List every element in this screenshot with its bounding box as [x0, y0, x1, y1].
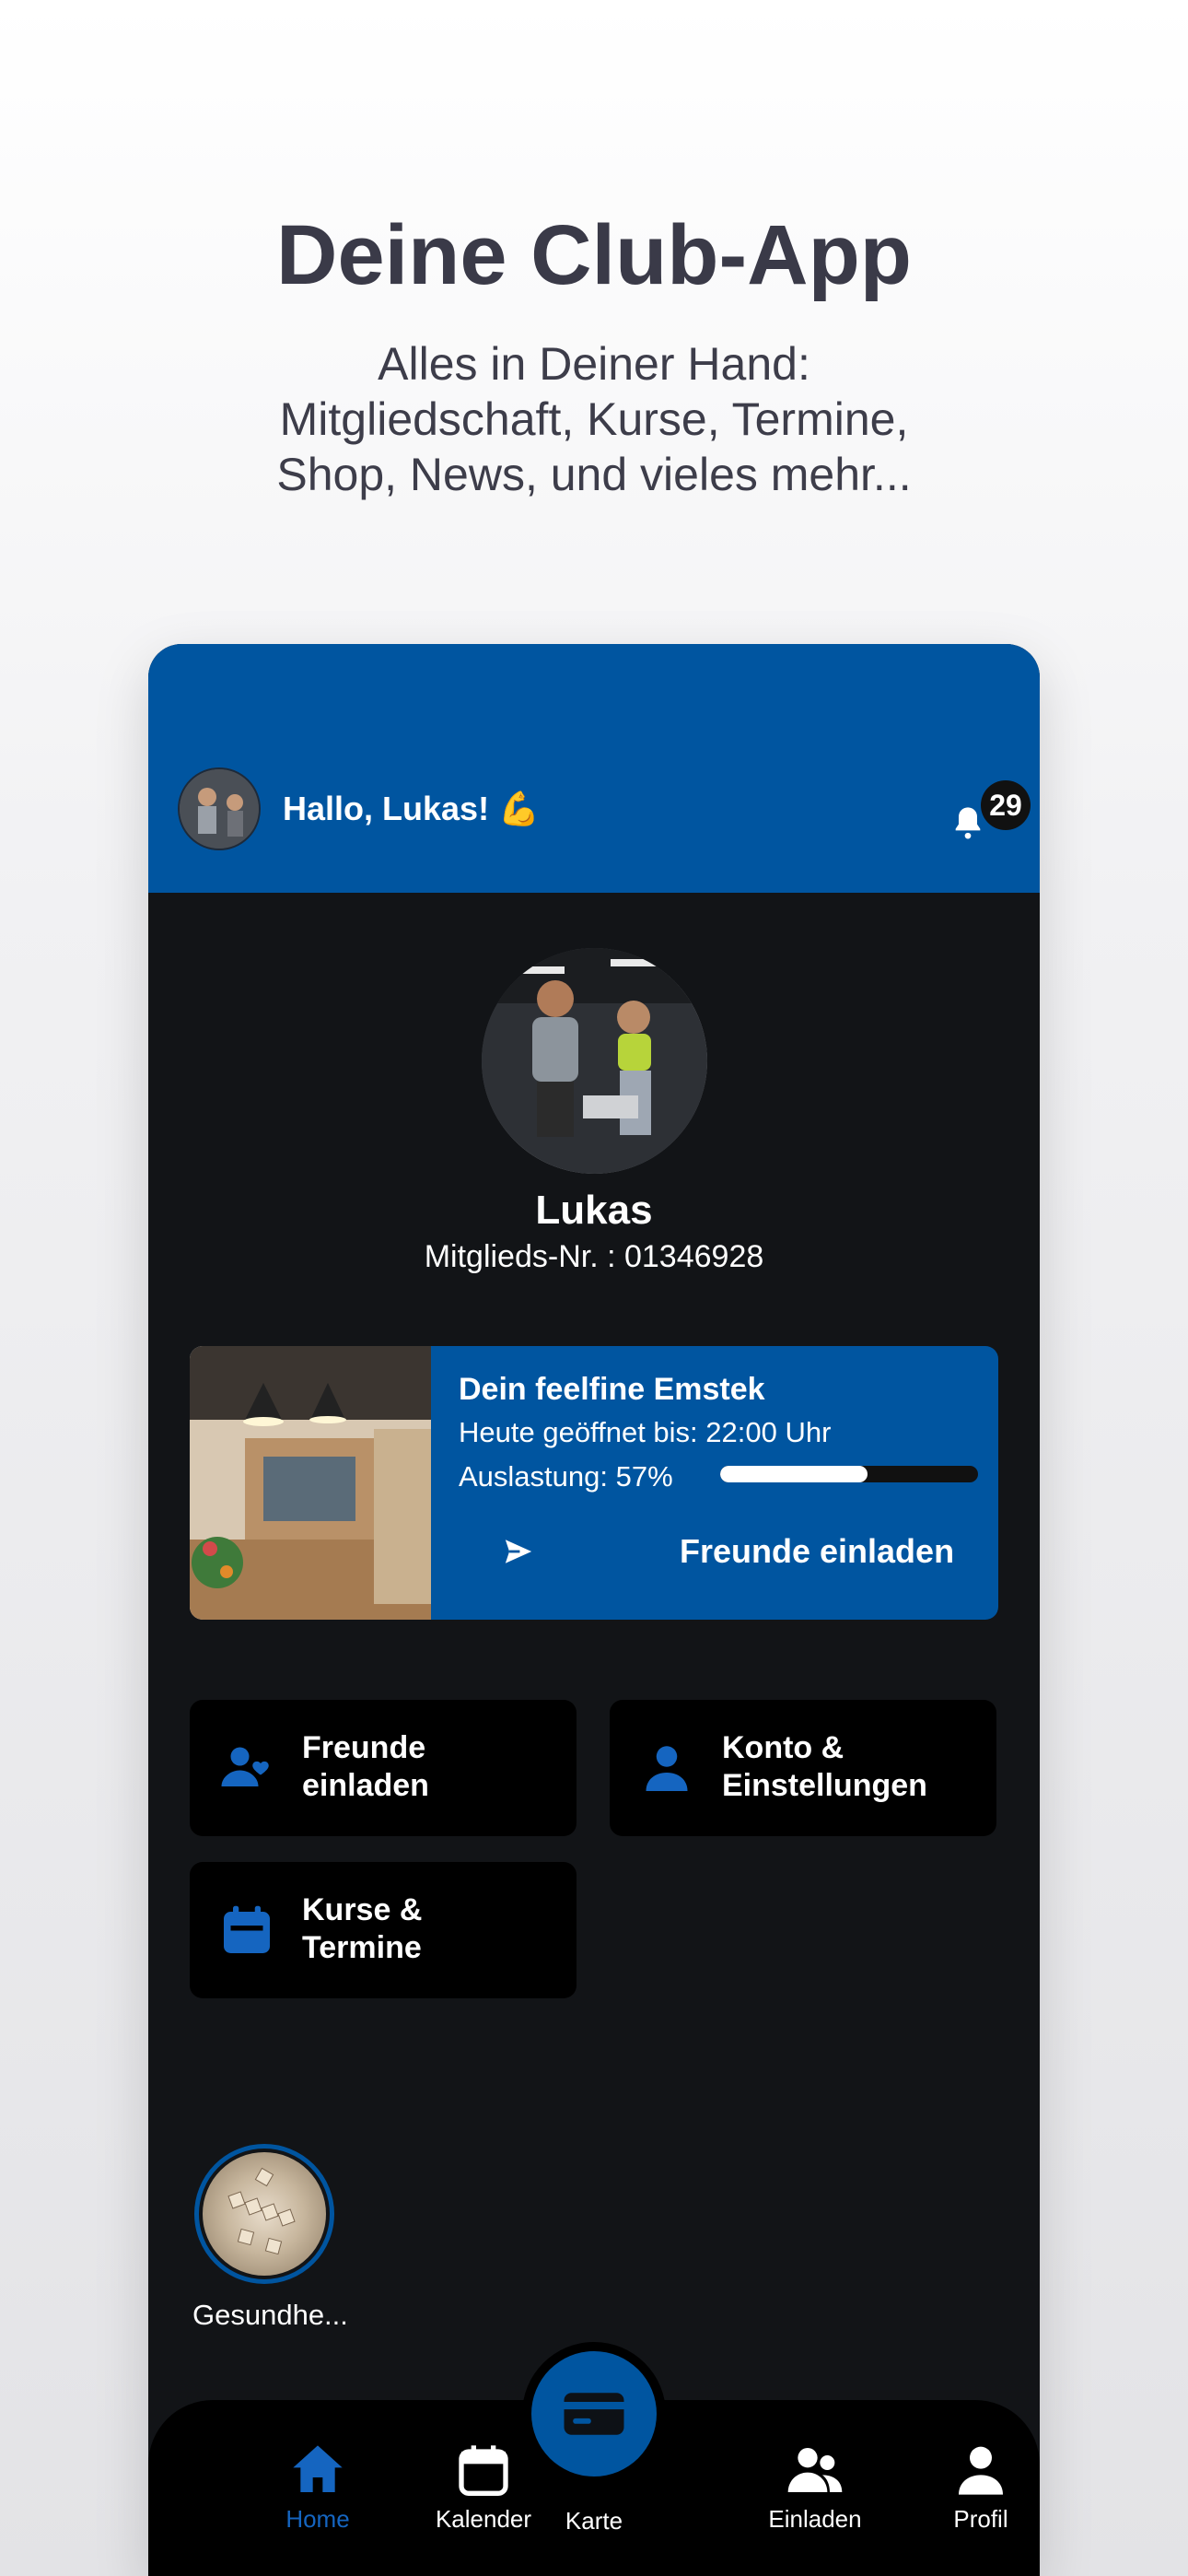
tile-invite-friends[interactable]: Freunde einladen	[190, 1700, 577, 1836]
app-header: Hallo, Lukas! 💪 29	[148, 644, 1040, 893]
tab-label: Einladen	[768, 2505, 862, 2533]
promo-subtitle-line: Shop, News, und vieles mehr...	[276, 449, 912, 500]
user-heart-icon	[221, 1747, 269, 1786]
send-icon	[505, 1540, 532, 1563]
promo-subtitle-line: Alles in Deiner Hand:	[378, 338, 810, 390]
group-icon	[787, 2448, 843, 2492]
profile-photo[interactable]	[482, 948, 707, 1174]
promo-subtitle: Alles in Deiner Hand: Mitgliedschaft, Ku…	[0, 336, 1188, 502]
person-icon	[959, 2446, 1003, 2495]
invite-friends-button[interactable]: Freunde einladen	[459, 1519, 974, 1584]
story-image	[203, 2152, 326, 2276]
occupancy-label: Auslastung: 57%	[459, 1460, 673, 1493]
tile-label-line: einladen	[302, 1768, 429, 1803]
story-label: Gesundhe...	[192, 2299, 348, 2331]
tab-invite[interactable]: Einladen	[737, 2441, 893, 2534]
tile-label-line: Einstellungen	[722, 1768, 927, 1803]
phone-screen: Hallo, Lukas! 💪 29 Lukas Mitglieds-Nr. :…	[148, 644, 1040, 2576]
club-card[interactable]: Dein feelfine Emstek Heute geöffnet bis:…	[190, 1346, 998, 1620]
tab-label: Home	[285, 2505, 350, 2533]
tab-label[interactable]: Karte	[516, 2507, 672, 2535]
opening-hours: Heute geöffnet bis: 22:00 Uhr	[459, 1416, 832, 1448]
story-bubble[interactable]	[194, 2144, 334, 2284]
tile-label-line: Termine	[302, 1930, 422, 1965]
greeting-text: Hallo, Lukas! 💪	[283, 790, 540, 827]
tile-label: Konto & Einstellungen	[722, 1729, 927, 1805]
home-icon	[293, 2445, 343, 2492]
tile-label-line: Kurse &	[302, 1892, 423, 1927]
notification-badge: 29	[981, 780, 1031, 830]
tab-profile[interactable]: Profil	[903, 2441, 1040, 2534]
tile-label-line: Konto &	[722, 1730, 844, 1765]
tile-courses-appointments[interactable]: Kurse & Termine	[190, 1862, 577, 1998]
promo-subtitle-line: Mitgliedschaft, Kurse, Termine,	[279, 393, 909, 445]
occupancy-bar-fill	[720, 1466, 868, 1482]
promo-title: Deine Club-App	[276, 208, 912, 302]
tab-card-button[interactable]	[531, 2351, 657, 2476]
tab-label: Profil	[953, 2505, 1008, 2533]
tile-account-settings[interactable]: Konto & Einstellungen	[610, 1700, 996, 1836]
calendar-icon	[224, 1905, 270, 1953]
tab-home[interactable]: Home	[239, 2441, 396, 2534]
tile-label: Kurse & Termine	[302, 1891, 422, 1967]
profile-name: Lukas	[535, 1188, 653, 1233]
invite-friends-label: Freunde einladen	[680, 1532, 955, 1570]
club-name: Dein feelfine Emstek	[459, 1372, 765, 1407]
card-icon	[564, 2393, 624, 2435]
club-photo	[190, 1346, 431, 1620]
person-icon	[646, 1746, 688, 1791]
tile-label-line: Freunde	[302, 1730, 426, 1765]
tile-label: Freunde einladen	[302, 1729, 429, 1805]
member-number: Mitglieds-Nr. : 01346928	[424, 1239, 764, 1274]
header-avatar[interactable]	[178, 767, 261, 850]
calendar-icon	[459, 2445, 508, 2496]
occupancy-bar	[720, 1466, 978, 1482]
